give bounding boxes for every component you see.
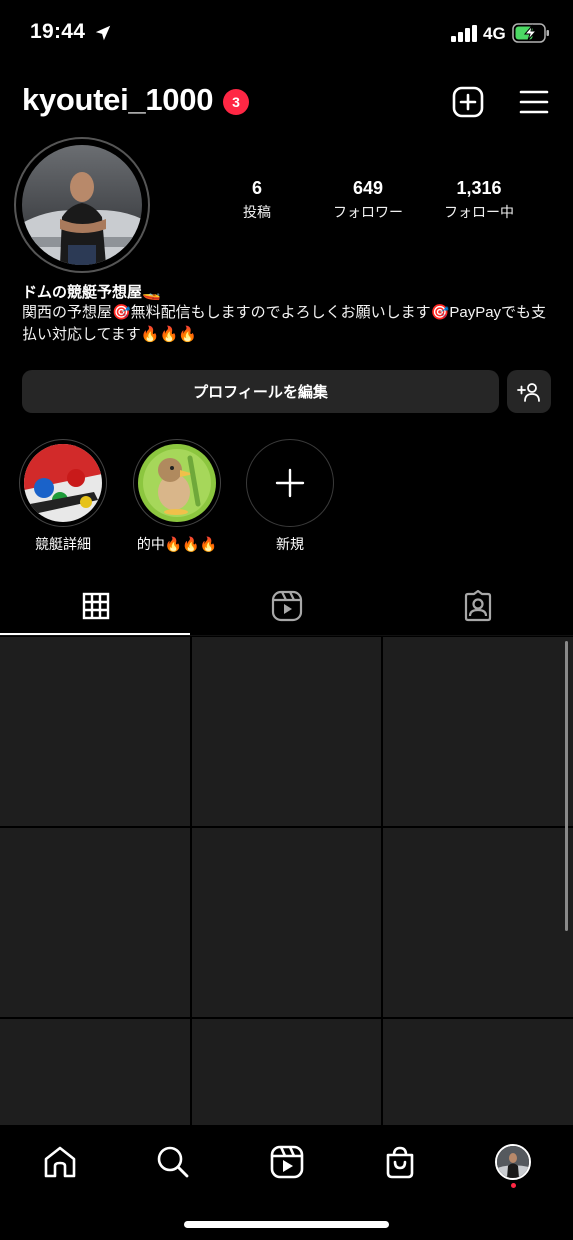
tagged-person-icon — [464, 590, 491, 622]
nav-profile-button[interactable] — [485, 1137, 541, 1187]
profile-tabs — [0, 577, 573, 637]
post-tile[interactable] — [0, 1019, 190, 1125]
cellular-signal-icon — [451, 25, 477, 42]
reels-icon — [270, 1145, 304, 1179]
post-tile[interactable] — [192, 828, 381, 1017]
tab-divider — [0, 635, 573, 636]
plus-square-icon — [452, 86, 484, 118]
profile-username[interactable]: kyoutei_1000 — [22, 82, 213, 118]
search-icon — [157, 1146, 189, 1178]
posts-count-value: 6 — [251, 178, 262, 198]
plus-icon — [275, 468, 305, 498]
highlight-label: 競艇詳細 — [35, 536, 91, 552]
hamburger-menu-icon — [519, 90, 549, 114]
tab-tagged[interactable] — [382, 577, 573, 635]
post-tile[interactable] — [192, 637, 381, 826]
followers-count-label: フォロワー — [333, 204, 403, 220]
location-arrow-icon — [95, 25, 111, 41]
discover-people-button[interactable] — [507, 370, 551, 413]
bio-display-name: ドムの競艇予想屋🚤 — [22, 284, 161, 301]
tab-reels[interactable] — [191, 577, 382, 635]
highlight-label: 的中🔥🔥🔥 — [136, 536, 218, 552]
post-tile[interactable] — [383, 637, 573, 826]
highlight-label: 新規 — [276, 536, 304, 552]
network-type: 4G — [483, 24, 506, 43]
nav-home-button[interactable] — [32, 1137, 88, 1187]
nav-reels-button[interactable] — [259, 1137, 315, 1187]
shopping-bag-icon — [386, 1146, 414, 1179]
followers-count[interactable]: 649 フォロワー — [313, 178, 423, 222]
post-tile[interactable] — [0, 828, 190, 1017]
post-tile[interactable] — [192, 1019, 381, 1125]
following-count-value: 1,316 — [456, 178, 502, 198]
following-count-label: フォロー中 — [444, 204, 514, 220]
profile-notification-dot — [511, 1183, 516, 1188]
post-tile[interactable] — [0, 637, 190, 826]
post-tile[interactable] — [383, 1019, 573, 1125]
profile-avatar[interactable] — [22, 145, 142, 265]
nav-shop-button[interactable] — [372, 1137, 428, 1187]
following-count[interactable]: 1,316 フォロー中 — [424, 178, 534, 222]
bio-text: 関西の予想屋🎯無料配信もしますのでよろしくお願いします🎯PayPayでも支払い対… — [22, 304, 547, 343]
nav-search-button[interactable] — [145, 1137, 201, 1187]
grid-icon — [82, 592, 109, 620]
menu-button[interactable] — [514, 82, 554, 122]
nav-profile-avatar — [495, 1144, 531, 1180]
post-tile[interactable] — [383, 828, 573, 1017]
new-highlight-ring — [246, 439, 334, 527]
battery-charging-icon — [512, 23, 549, 43]
avatar-photo — [22, 145, 142, 265]
add-person-icon — [517, 382, 540, 402]
reels-icon — [271, 590, 302, 622]
posts-count[interactable]: 6 投稿 — [202, 178, 312, 222]
edit-profile-button[interactable]: プロフィールを編集 — [22, 370, 499, 413]
scrollbar[interactable] — [565, 641, 568, 931]
followers-count-value: 649 — [352, 178, 384, 198]
home-indicator[interactable] — [184, 1221, 389, 1228]
highlight-cover — [24, 444, 102, 522]
notification-badge: 3 — [223, 89, 249, 115]
status-time: 19:44 — [30, 20, 86, 43]
posts-count-label: 投稿 — [243, 204, 271, 220]
tab-posts-grid[interactable] — [0, 577, 191, 635]
new-post-button[interactable] — [448, 82, 488, 122]
posts-grid — [0, 637, 573, 1125]
home-icon — [44, 1146, 76, 1178]
status-bar: 19:44 4G — [0, 0, 573, 70]
highlight-cover — [138, 444, 216, 522]
